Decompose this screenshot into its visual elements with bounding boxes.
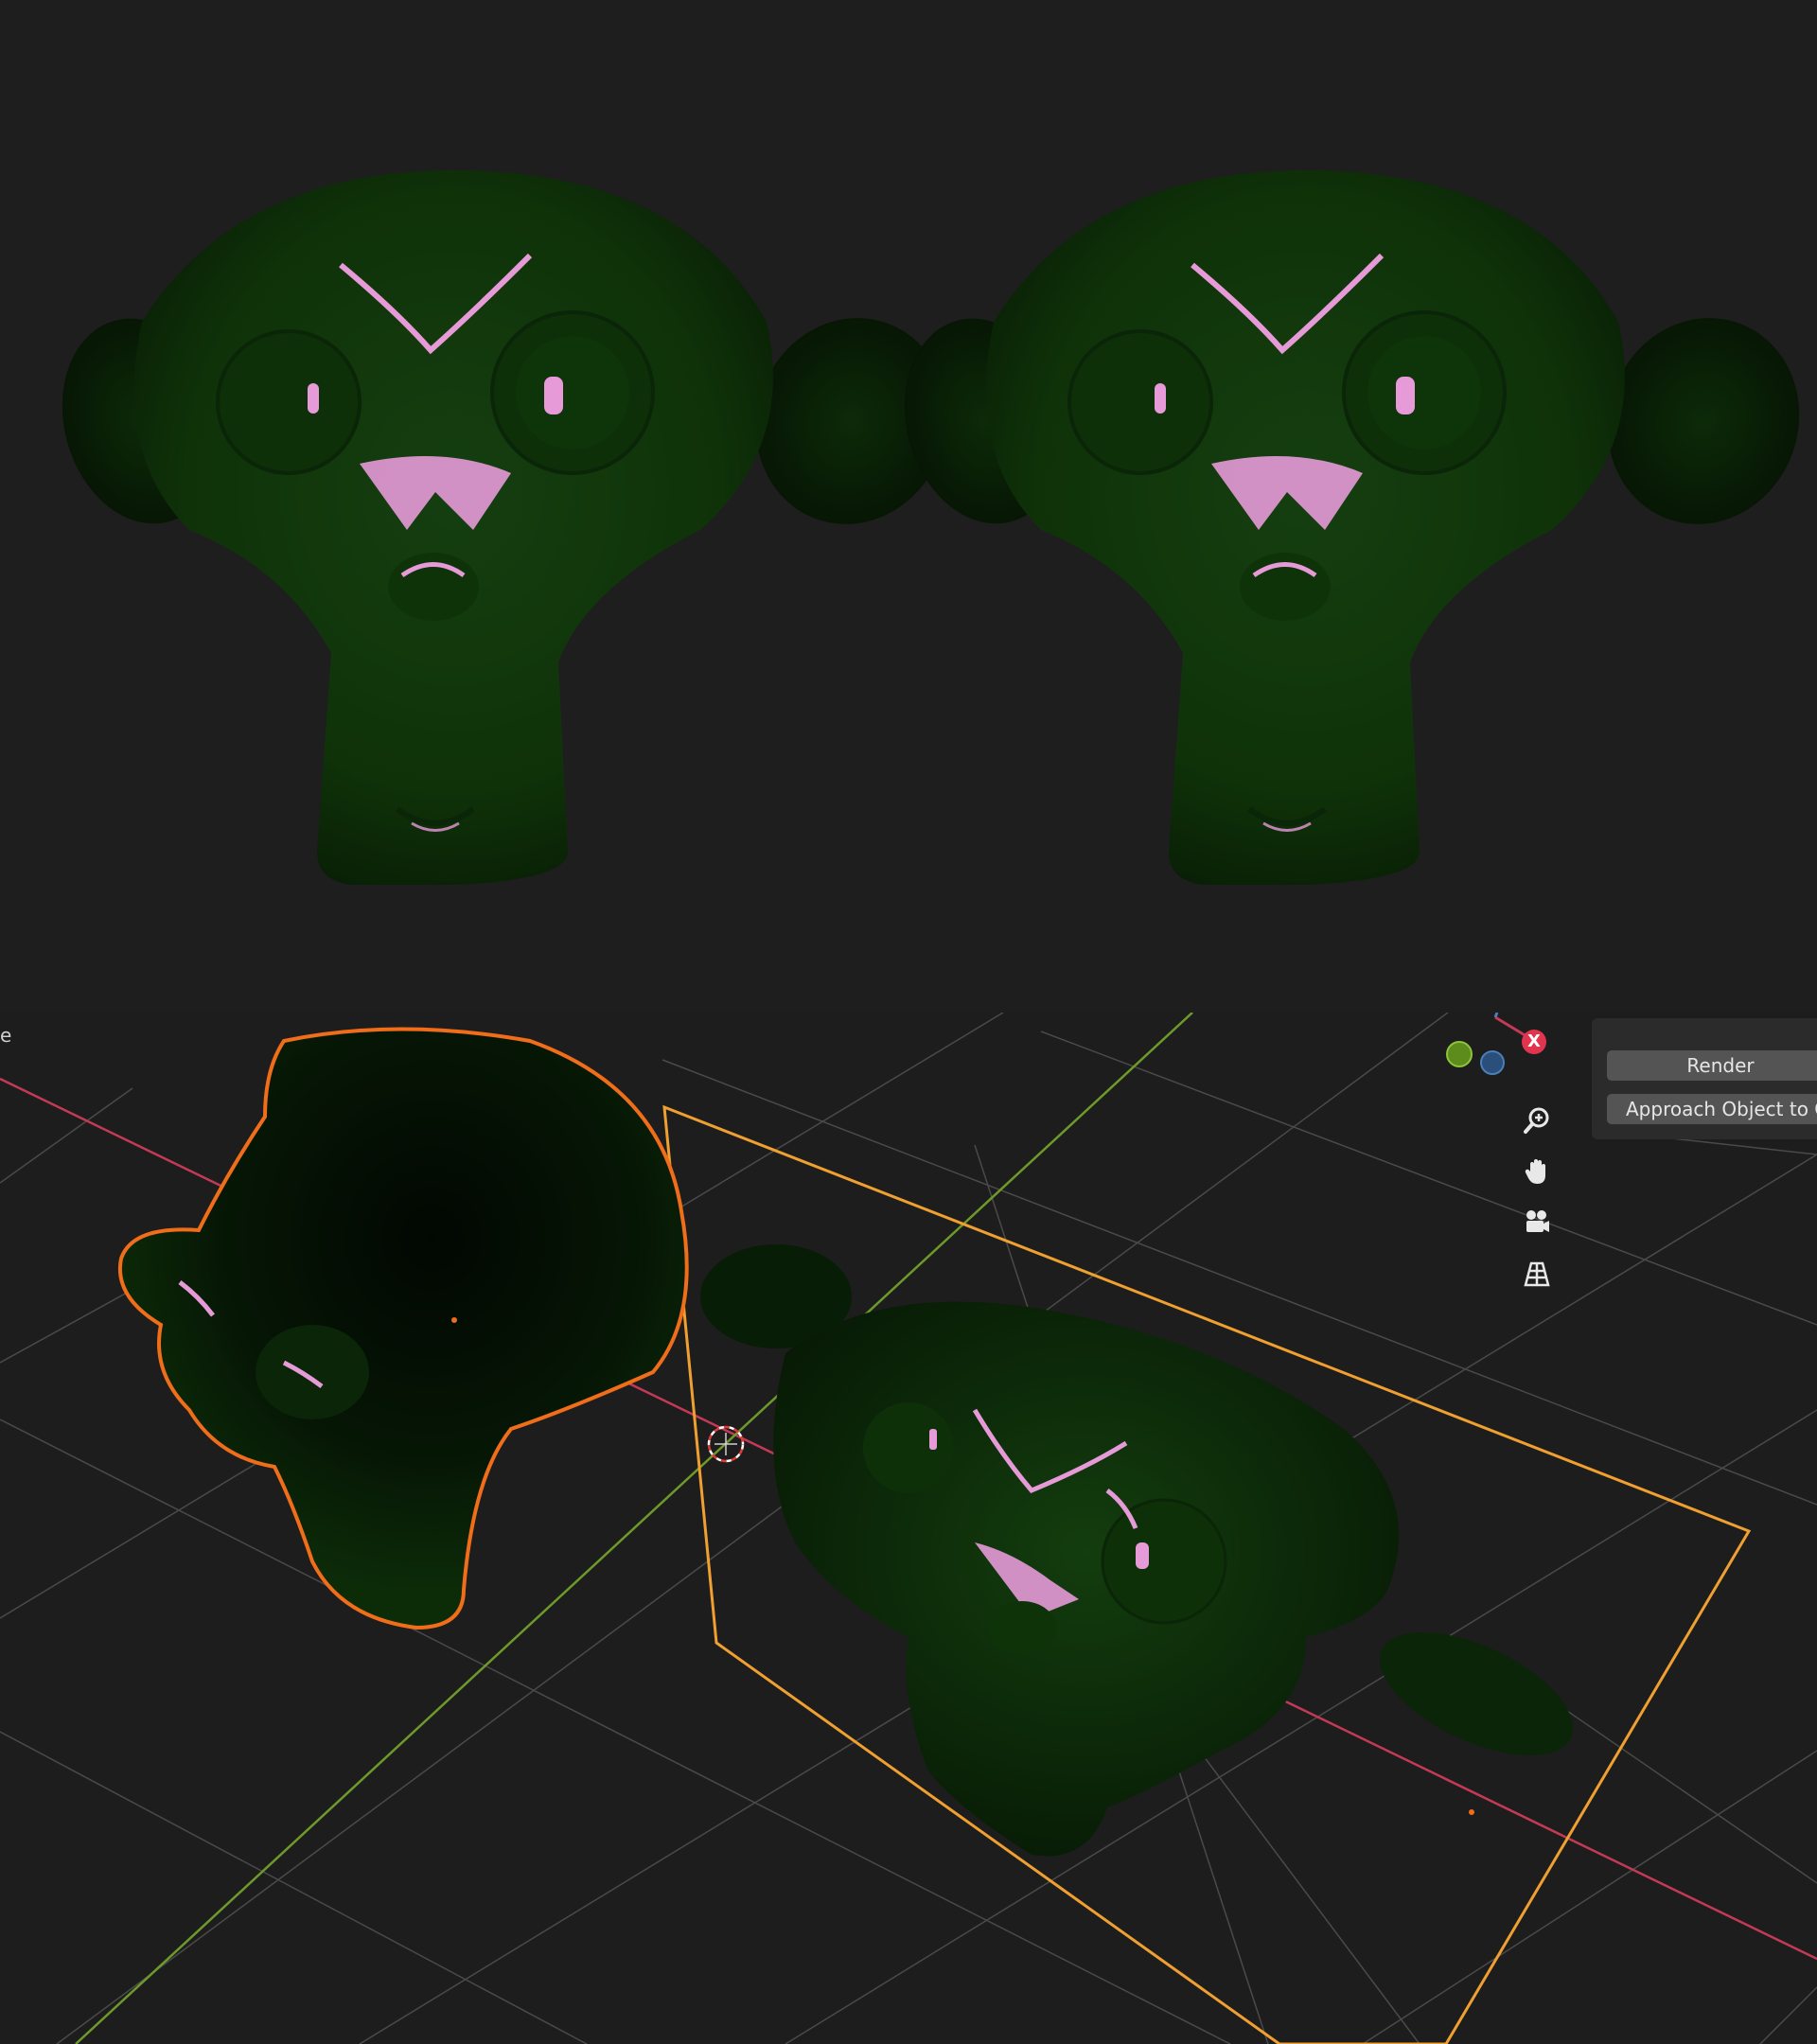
grid-icon <box>1524 1261 1550 1287</box>
gizmo-y-axis[interactable] <box>1446 1041 1473 1067</box>
camera-view-button[interactable] <box>1520 1206 1554 1240</box>
viewport-header-text: e <box>0 1024 12 1047</box>
selected-monkey[interactable] <box>117 1027 689 1630</box>
viewport-3d[interactable]: e X Render Approach Object to C <box>0 1013 1817 2044</box>
perspective-toggle-button[interactable] <box>1520 1257 1554 1291</box>
render-canvas <box>62 170 1800 885</box>
monkey-render-left <box>62 170 948 885</box>
3d-cursor[interactable] <box>707 1425 745 1463</box>
render-button[interactable]: Render <box>1607 1050 1817 1081</box>
approach-object-button[interactable]: Approach Object to C <box>1607 1094 1817 1124</box>
camera-icon <box>1526 1210 1549 1232</box>
zoom-icon <box>1524 1107 1549 1134</box>
sidebar-panel: Render Approach Object to C <box>1592 1018 1817 1139</box>
render-preview <box>0 0 1817 1013</box>
gizmo-x-axis[interactable]: X <box>1522 1030 1546 1054</box>
zoom-button[interactable] <box>1520 1103 1554 1137</box>
monkey-object[interactable] <box>700 1244 1591 1857</box>
hand-icon <box>1525 1159 1545 1184</box>
gizmo-z-axis[interactable] <box>1480 1050 1505 1075</box>
monkey-render-right <box>904 170 1800 885</box>
pan-button[interactable] <box>1520 1154 1554 1189</box>
